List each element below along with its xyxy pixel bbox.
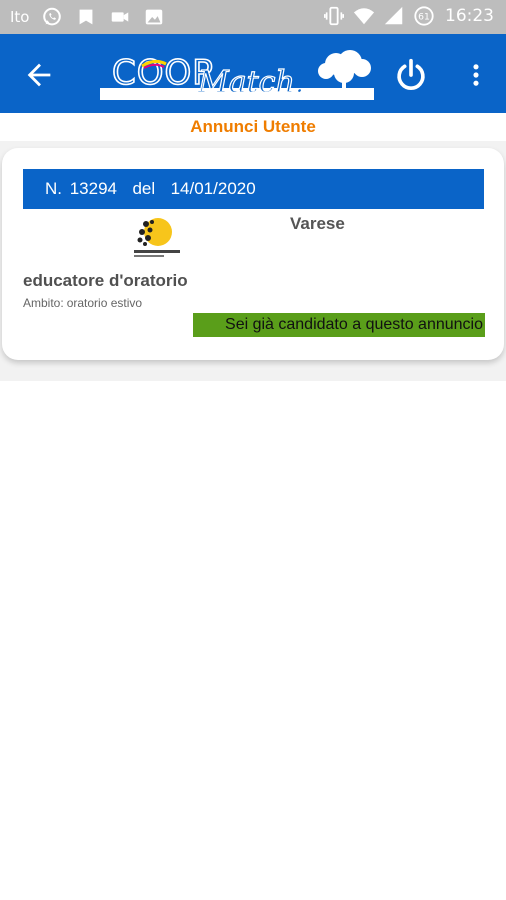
wifi-icon	[353, 8, 375, 25]
listing-date-prefix: del	[132, 179, 156, 198]
status-bar-left: Ito	[10, 6, 165, 28]
organization-logo	[134, 218, 180, 257]
svg-text:Match.: Match.	[197, 65, 304, 100]
status-bar: Ito 61 16:23	[0, 0, 506, 34]
clock: 16:23	[445, 6, 494, 26]
application-status-badge: Sei già candidato a questo annuncio	[193, 313, 485, 337]
tree-icon	[318, 50, 371, 90]
power-icon[interactable]	[392, 56, 430, 94]
listing-title: educatore d'oratorio	[23, 271, 188, 290]
ambito-value: oratorio estivo	[66, 296, 143, 310]
listing-city: Varese	[290, 214, 345, 233]
page-title: Annunci Utente	[190, 117, 316, 136]
app-bar: COOP Match.	[0, 34, 506, 113]
back-arrow-icon[interactable]	[22, 58, 56, 92]
signal-icon	[384, 6, 403, 25]
coopmatch-logo: COOP Match.	[100, 50, 374, 101]
listing-header: N. 13294 del 14/01/2020	[23, 169, 484, 209]
image-icon	[146, 9, 163, 25]
ambito-label: Ambito:	[23, 296, 64, 310]
listing-date: 14/01/2020	[170, 179, 256, 198]
notification-icon	[80, 9, 93, 25]
svg-text:61: 61	[418, 12, 430, 23]
listing-ambito: Ambito: oratorio estivo	[23, 296, 142, 310]
listing-card[interactable]: N. 13294 del 14/01/2020 Varese educatore…	[2, 148, 504, 360]
status-bar-right: 61 16:23	[323, 5, 494, 27]
vibrate-icon	[324, 6, 344, 26]
camera-video-icon	[112, 12, 129, 22]
listing-number: N. 13294	[45, 179, 117, 198]
whatsapp-icon	[43, 7, 62, 26]
carrier-label: Ito	[10, 8, 30, 26]
battery-icon: 61	[414, 6, 434, 26]
more-vert-icon[interactable]	[462, 58, 490, 92]
